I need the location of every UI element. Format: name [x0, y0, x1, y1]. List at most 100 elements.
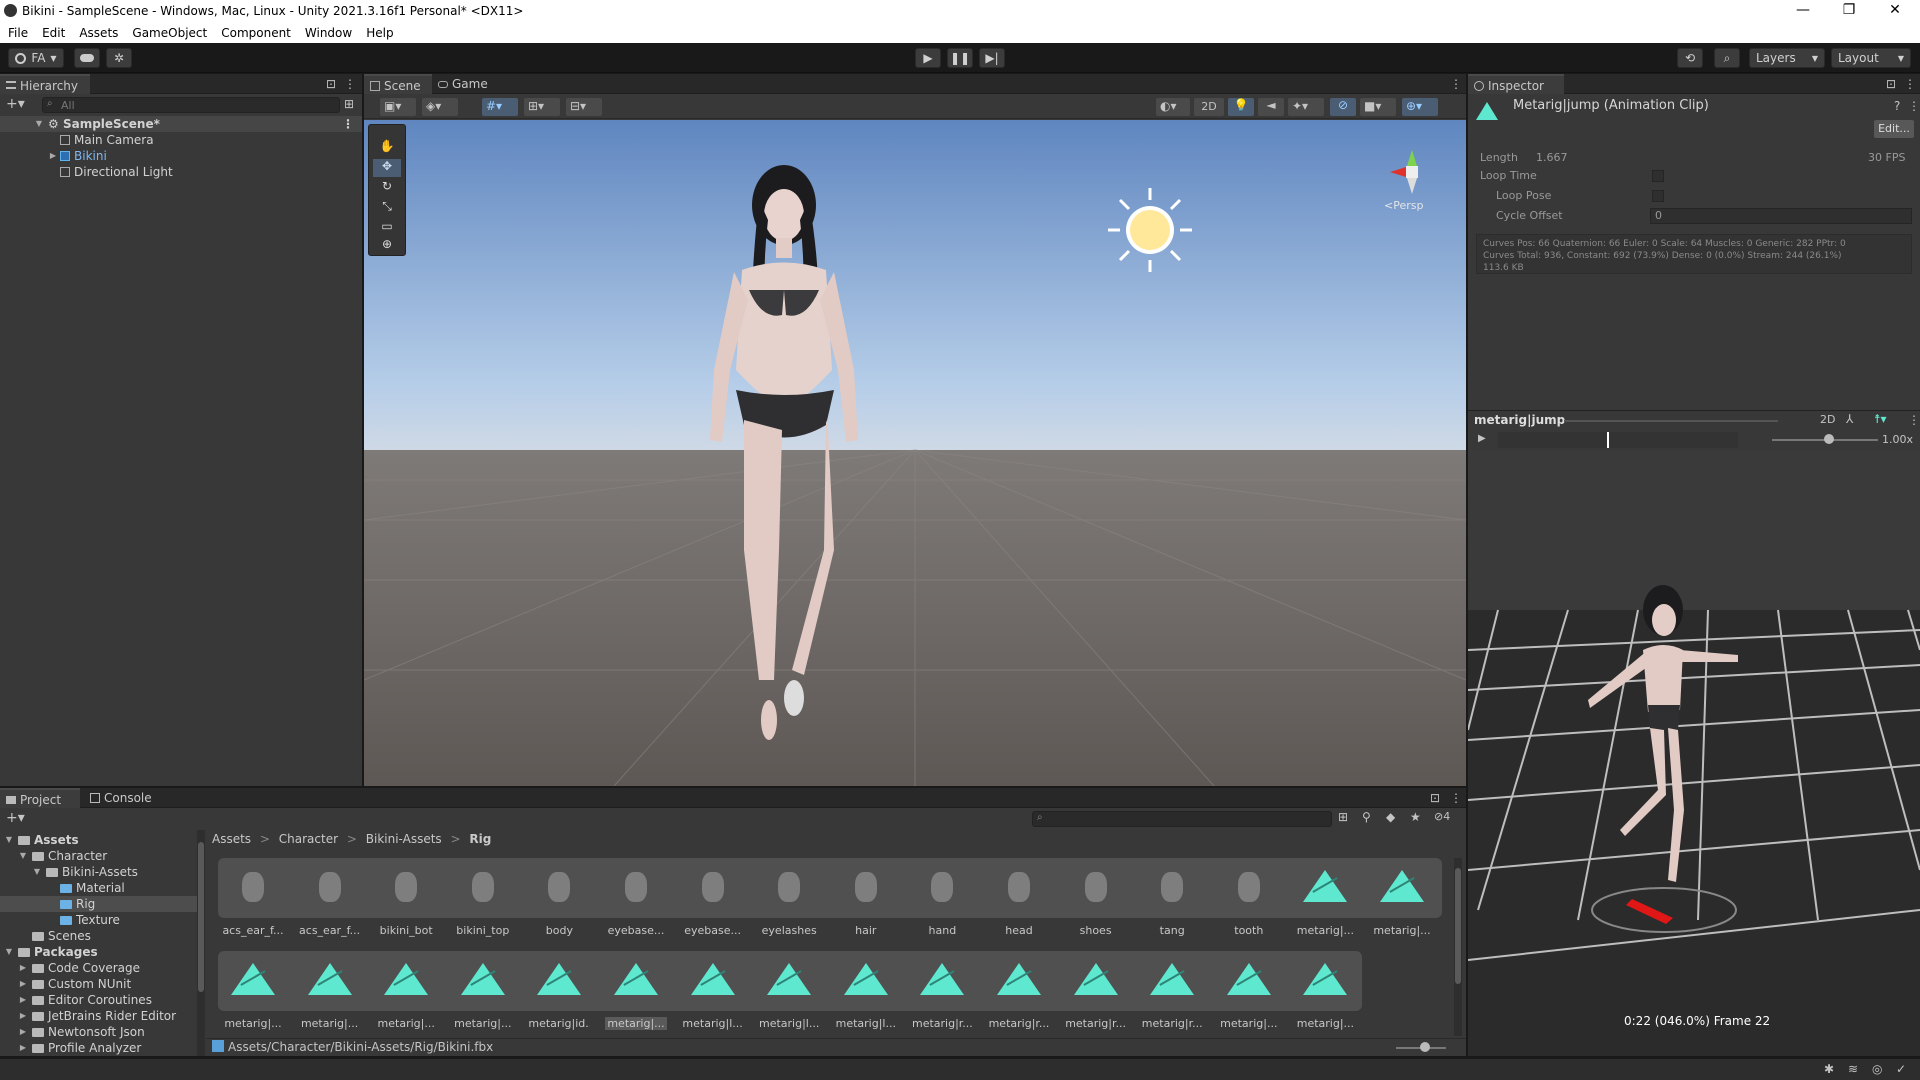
asset-item[interactable]: metarig|r... — [1065, 951, 1127, 1030]
tab-console[interactable]: Console — [84, 788, 164, 808]
add-button[interactable]: +▾ — [6, 96, 25, 112]
layout-dropdown[interactable]: Layout ▼ — [1831, 48, 1911, 68]
play-icon[interactable]: ▶ — [1478, 433, 1486, 444]
asset-item[interactable]: metarig|r... — [1141, 951, 1203, 1030]
asset-item[interactable]: tooth — [1218, 858, 1280, 937]
bug-icon[interactable]: ✱ — [1824, 1062, 1834, 1076]
more-icon[interactable]: ⋮ — [344, 77, 356, 91]
tree-item-package[interactable]: ▶ Profile Analyzer — [0, 1040, 198, 1056]
loop-pose-checkbox[interactable] — [1652, 190, 1664, 202]
tree-item-package[interactable]: ▶ Newtonsoft Json — [0, 1024, 198, 1040]
menu-component[interactable]: Component — [213, 26, 297, 40]
scene-row[interactable]: ▼ ⚙ SampleScene* ⋮ — [0, 116, 362, 132]
menu-window[interactable]: Window — [297, 26, 358, 40]
tab-scene[interactable]: Scene — [364, 74, 432, 94]
search-by-type-icon[interactable]: ⊞ — [1338, 810, 1348, 824]
expand-arrow-icon[interactable]: ▶ — [48, 148, 58, 164]
asset-item[interactable]: acs_ear_f... — [222, 858, 284, 937]
asset-item[interactable]: hand — [911, 858, 973, 937]
asset-item[interactable]: tang — [1141, 858, 1203, 937]
more-icon[interactable]: ⋮ — [1908, 99, 1920, 113]
breadcrumb-item[interactable]: Rig — [469, 832, 491, 846]
cycle-offset-input[interactable]: 0 — [1650, 208, 1912, 224]
hidden-packages-toggle[interactable]: ⊘4 — [1434, 810, 1450, 823]
list-item[interactable]: Main Camera — [0, 132, 362, 148]
expand-arrow-icon[interactable]: ▶ — [18, 976, 28, 992]
hand-tool-icon[interactable]: ✋ — [373, 139, 401, 157]
asset-item[interactable]: eyebase... — [682, 858, 744, 937]
project-search-input[interactable]: ⌕ — [1032, 811, 1332, 827]
asset-item[interactable]: metarig|... — [1294, 951, 1356, 1030]
tab-inspector[interactable]: Inspector — [1468, 74, 1564, 94]
help-icon[interactable]: ? — [1894, 99, 1900, 113]
asset-item[interactable]: metarig|... — [1294, 858, 1356, 937]
menu-gameobject[interactable]: GameObject — [124, 26, 213, 40]
avatar-icon[interactable]: ☨▾ — [1874, 412, 1887, 426]
scale-tool-icon[interactable]: ⤡ — [373, 199, 401, 217]
tree-item-package[interactable]: ▶ Code Coverage — [0, 960, 198, 976]
more-icon[interactable]: ⋮ — [1904, 77, 1916, 91]
pivot-icon[interactable]: ⅄ — [1846, 412, 1853, 426]
step-button[interactable]: ▶| — [979, 48, 1005, 68]
asset-item[interactable]: head — [988, 858, 1050, 937]
asset-item[interactable]: bikini_bot — [375, 858, 437, 937]
tree-item-package[interactable]: ▶ Editor Coroutines — [0, 992, 198, 1008]
asset-item[interactable]: acs_ear_f... — [299, 858, 361, 937]
expand-arrow-icon[interactable]: ▶ — [18, 1008, 28, 1024]
cloud-button[interactable] — [74, 48, 100, 68]
tree-item-character[interactable]: ▼ Character — [0, 848, 198, 864]
asset-item[interactable]: eyelashes — [758, 858, 820, 937]
asset-item[interactable]: metarig|l... — [758, 951, 820, 1030]
loop-time-checkbox[interactable] — [1652, 170, 1664, 182]
breadcrumb-item[interactable]: Character — [279, 832, 338, 846]
expand-arrow-icon[interactable]: ▼ — [18, 848, 28, 864]
tree-item-package[interactable]: ▶ JetBrains Rider Editor — [0, 1008, 198, 1024]
breadcrumb-item[interactable]: Assets — [212, 832, 251, 846]
expand-arrow-icon[interactable]: ▶ — [18, 960, 28, 976]
asset-item[interactable]: metarig|r... — [988, 951, 1050, 1030]
gizmos-button[interactable]: ⊕▾ — [1402, 98, 1438, 116]
tree-item-packages[interactable]: ▼ Packages — [0, 944, 198, 960]
rect-tool-icon[interactable]: ▭ — [373, 219, 401, 237]
more-icon[interactable]: ⋮ — [1450, 791, 1462, 805]
expand-arrow-icon[interactable]: ▼ — [32, 864, 42, 880]
menu-file[interactable]: File — [0, 26, 34, 40]
icon-size-slider-thumb[interactable] — [1420, 1042, 1430, 1052]
timeline-scrubber[interactable] — [1498, 432, 1738, 448]
snap-button[interactable]: ⊞▾ — [524, 98, 560, 116]
grid-scrollbar-thumb[interactable] — [1455, 868, 1461, 984]
asset-item[interactable]: eyebase... — [605, 858, 667, 937]
shading-button[interactable]: ◈▾ — [422, 98, 458, 116]
restore-button[interactable]: ❐ — [1826, 0, 1872, 22]
tree-item-package[interactable]: ▶ Custom NUnit — [0, 976, 198, 992]
asset-item[interactable]: metarig|... — [375, 951, 437, 1030]
asset-item[interactable]: bikini_top — [452, 858, 514, 937]
tree-item-rig[interactable]: Rig — [0, 896, 198, 912]
menu-help[interactable]: Help — [358, 26, 399, 40]
asset-item[interactable]: metarig|... — [222, 951, 284, 1030]
lighting-toggle-button[interactable]: 💡 — [1228, 98, 1254, 116]
asset-item[interactable]: shoes — [1065, 858, 1127, 937]
more-icon[interactable]: ⋮ — [1450, 77, 1462, 91]
camera-button[interactable]: ■▾ — [1360, 98, 1396, 116]
tree-item-texture[interactable]: Texture — [0, 912, 198, 928]
collab-button[interactable]: ✲ — [106, 48, 132, 68]
expand-arrow-icon[interactable]: ▶ — [18, 1040, 28, 1056]
asset-item[interactable]: metarig|... — [299, 951, 361, 1030]
hidden-objects-button[interactable]: ⊘ — [1330, 98, 1356, 116]
tree-item-material[interactable]: Material — [0, 880, 198, 896]
network-icon[interactable]: ◎ — [1872, 1062, 1882, 1076]
tab-game[interactable]: Game — [432, 74, 494, 94]
layers-dropdown[interactable]: Layers ▼ — [1749, 48, 1825, 68]
more-icon[interactable]: ⋮ — [1908, 413, 1920, 427]
layers-icon[interactable]: ≋ — [1848, 1062, 1858, 1076]
grid-toggle-button[interactable]: #▾ — [482, 98, 518, 116]
more-icon[interactable]: ⋮ — [342, 116, 354, 132]
add-button[interactable]: +▾ — [6, 810, 25, 826]
expand-arrow-icon[interactable]: ▼ — [4, 832, 14, 848]
favorite-icon[interactable]: ★ — [1410, 810, 1421, 824]
grid-scrollbar[interactable] — [1454, 858, 1462, 1036]
tab-project[interactable]: Project — [0, 788, 80, 808]
search-button[interactable]: ⌕ — [1714, 48, 1740, 68]
speed-slider-thumb[interactable] — [1824, 434, 1834, 444]
